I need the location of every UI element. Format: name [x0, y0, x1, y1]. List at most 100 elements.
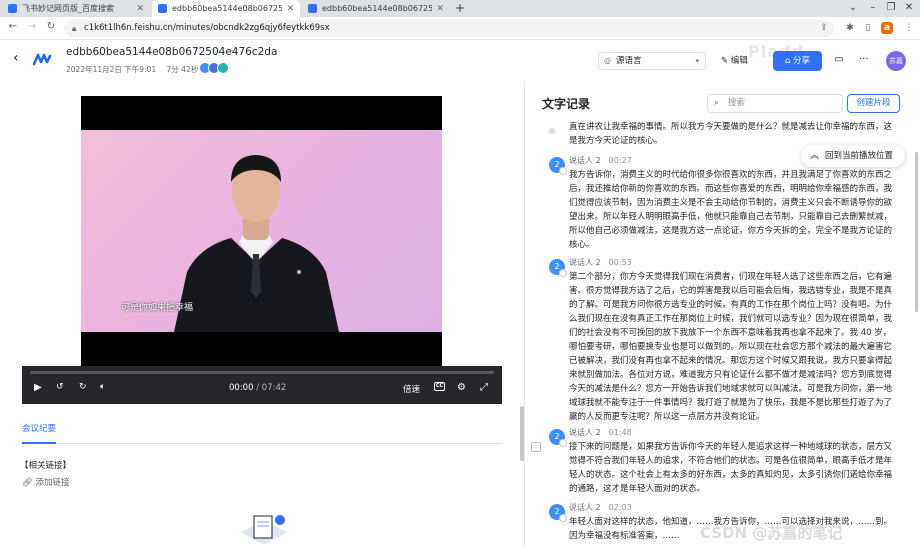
close-icon[interactable]: ✕ — [436, 4, 444, 14]
fullscreen-icon[interactable]: ⤢ — [480, 382, 488, 393]
rewind-15-icon[interactable]: ↺ — [56, 382, 64, 392]
forward-arrow-icon[interactable]: → — [25, 21, 39, 32]
pencil-icon: ✎ — [721, 56, 729, 66]
segment-text[interactable]: 接下来的问题是，如果我方告诉你今天的年轻人是追求这样一种地域球的状态，层方又觉得… — [569, 440, 899, 496]
first-paragraph: 直在讲农让我幸福的事情。所以我方今天要做的是什么？就是减去让你幸福的东西，这是我… — [569, 122, 893, 146]
chevron-down-icon[interactable]: ⌄ — [845, 0, 861, 17]
current-time: 00:00 — [229, 383, 254, 393]
closed-captions-icon[interactable]: CC — [434, 382, 445, 391]
playback-speed-button[interactable]: 倍速 — [403, 383, 420, 395]
settings-gear-icon[interactable]: ⚙ — [457, 382, 466, 393]
play-icon[interactable]: ▶ — [34, 382, 42, 393]
source-language-label: 源语言 — [616, 56, 642, 66]
double-chevron-up-icon: ︽ — [810, 151, 820, 161]
share-page-icon[interactable]: ⇪ — [818, 22, 830, 34]
extensions-icon[interactable]: ✱ — [844, 22, 856, 34]
close-icon[interactable]: ✕ — [136, 4, 144, 14]
progress-bar[interactable] — [30, 371, 494, 374]
transcript-segment: 2 说话人 2 01:48 接下来的问题是，如果我方告诉你今天的年轻人是追求这样一… — [525, 427, 905, 499]
new-tab-button[interactable]: + — [455, 0, 465, 17]
speaker-figure — [174, 155, 339, 332]
browser-tab-strip: 飞书妙记网页版_百度搜索 ✕ edbb60bea5144e08b0672504 … — [0, 0, 920, 17]
document-meta: 2022年11月2日 下午9:01 7分 42秒 — [66, 64, 206, 75]
transcript-text: 直在讲农让我幸福的事情。所以我方今天要做的是什么？就是减去让你幸福的东西，这是我… — [549, 120, 899, 148]
video-surface[interactable]: 可是你如果把幸福 — [81, 96, 442, 366]
segment-text[interactable]: 第二个部分，你方今天觉得我们现在消费者，们现在年轻人选了这些东西之后，它有遍害。… — [569, 270, 899, 424]
transcript-title: 文字记录 — [542, 97, 591, 111]
transcript-search-input[interactable]: ⌕ 搜索 — [707, 94, 843, 113]
browser-tab-title: edbb60bea5144e08b0672504 — [172, 4, 283, 13]
transcript-scrollbar[interactable] — [915, 152, 918, 312]
document-date: 2022年11月2日 下午9:01 — [66, 65, 157, 74]
speaker-line: 说话人 2 02:03 — [569, 502, 632, 513]
add-link-button[interactable]: 🔗︎ 添加链接 — [22, 476, 70, 488]
video-frame: 可是你如果把幸福 — [81, 130, 442, 332]
related-links-heading: 【相关链接】 — [20, 461, 72, 471]
segment-timestamp[interactable]: 00:53 — [609, 258, 632, 267]
speaker-name: 说话人 2 — [569, 503, 601, 512]
player-controls: ▶ ↺ ↻ 🔈︎ 00:00 / 07:42 倍速 CC ⚙ ⤢ — [22, 366, 502, 404]
url-text: c1k6t1lh6n.feishu.cn/minutes/obcndk2zg6q… — [84, 23, 330, 33]
volume-icon[interactable]: 🔈︎ — [100, 382, 105, 392]
back-icon[interactable]: ‹ — [13, 50, 19, 66]
share-button[interactable]: ⌂ 分享 — [773, 51, 822, 71]
lock-icon: 🔒︎ — [72, 24, 77, 33]
lock-icon: ⌂ — [784, 56, 791, 66]
speaker-name: 说话人 2 — [569, 258, 601, 267]
more-menu-icon[interactable]: ⋮ — [903, 22, 915, 34]
speaker-line: 说话人 2 00:53 — [569, 257, 632, 268]
browser-tab-title: 飞书妙记网页版_百度搜索 — [22, 4, 114, 13]
segment-checkbox[interactable] — [531, 442, 541, 452]
empty-state-illustration — [240, 515, 288, 545]
extension-orange-icon[interactable]: a — [881, 22, 893, 34]
edit-label: 编辑 — [730, 56, 748, 66]
transcript-segment: 2 说话人 2 00:27 我方告诉你，消费主义的时代给你很多你很喜欢的东西，并且… — [525, 155, 905, 255]
restore-icon[interactable]: ❐ — [883, 0, 899, 17]
create-clip-button[interactable]: 创建片段 — [847, 94, 900, 113]
left-pane: 可是你如果把幸福 ▶ ↺ ↻ 🔈︎ 00:00 / 07:42 倍速 CC ⚙ … — [0, 82, 524, 547]
window-close-icon[interactable]: ✕ — [901, 0, 917, 17]
document-title: edbb60bea5144e08b0672504e476c2da — [66, 46, 278, 58]
edit-button[interactable]: ✎ 编辑 — [721, 52, 765, 70]
add-link-label: 添加链接 — [35, 478, 70, 488]
segment-text[interactable]: 我方告诉你，消费主义的时代给你很多你很喜欢的东西，并且我满足了你喜欢的东西之后，… — [569, 168, 899, 252]
back-to-current-position-button[interactable]: ︽ 回到当前播放位置 — [801, 145, 905, 167]
browser-tab-2[interactable]: edbb60bea5144e08b0672504 ✕ — [152, 0, 300, 17]
picture-in-picture-icon[interactable]: ▭ — [834, 54, 843, 65]
source-language-select[interactable]: ◎ 源语言 ▾ — [598, 52, 706, 70]
segment-timestamp[interactable]: 01:48 — [609, 428, 632, 437]
app-header: ‹ edbb60bea5144e08b0672504e476c2da 2022年… — [0, 40, 920, 82]
back-arrow-icon[interactable]: ← — [6, 21, 20, 32]
forward-15-icon[interactable]: ↻ — [79, 382, 87, 392]
segment-timestamp[interactable]: 00:27 — [609, 156, 632, 165]
minutes-logo-icon — [33, 53, 52, 66]
participant-avatars[interactable] — [199, 62, 229, 74]
speaker-line: 说话人 2 01:48 — [569, 427, 632, 438]
segment-timestamp[interactable]: 02:03 — [609, 503, 632, 512]
search-icon: ⌕ — [714, 98, 720, 108]
more-icon[interactable]: ··· — [859, 54, 869, 65]
reload-icon[interactable]: ↻ — [44, 21, 58, 32]
time-separator: / — [253, 383, 262, 393]
left-scrollbar[interactable] — [520, 406, 524, 461]
search-placeholder: 搜索 — [728, 98, 746, 108]
minimize-icon[interactable]: – — [865, 0, 881, 17]
browser-tab-title: edbb60bea5144e08b0672504 — [322, 4, 433, 13]
playback-time: 00:00 / 07:42 — [229, 383, 286, 393]
tab-meeting-minutes[interactable]: 会议纪要 — [22, 422, 57, 444]
feishu-favicon-icon — [308, 4, 317, 13]
video-caption: 可是你如果把幸福 — [121, 303, 194, 313]
video-player: 可是你如果把幸福 ▶ ↺ ↻ 🔈︎ 00:00 / 07:42 倍速 CC ⚙ … — [22, 96, 502, 404]
speaker-name: 说话人 2 — [569, 428, 601, 437]
user-avatar[interactable]: 苏嘉 — [886, 51, 906, 71]
document-duration: 7分 42秒 — [166, 65, 199, 74]
avatar — [217, 62, 229, 74]
browser-tab-3[interactable]: edbb60bea5144e08b0672504 ✕ — [302, 0, 450, 17]
url-field[interactable]: 🔒︎ c1k6t1lh6n.feishu.cn/minutes/obcndk2z… — [64, 20, 834, 37]
address-bar: ← → ↻ 🔒︎ c1k6t1lh6n.feishu.cn/minutes/ob… — [0, 17, 920, 40]
transcript-pane: 文字记录 ⌕ 搜索 创建片段 直在讲农让我幸福的事情。所以我方今天要做的是什么？… — [525, 82, 920, 547]
browser-tab-1[interactable]: 飞书妙记网页版_百度搜索 ✕ — [2, 0, 150, 17]
chevron-down-icon: ▾ — [695, 57, 699, 65]
sidebar-icon[interactable]: ▯ — [862, 22, 874, 34]
close-icon[interactable]: ✕ — [286, 4, 294, 14]
